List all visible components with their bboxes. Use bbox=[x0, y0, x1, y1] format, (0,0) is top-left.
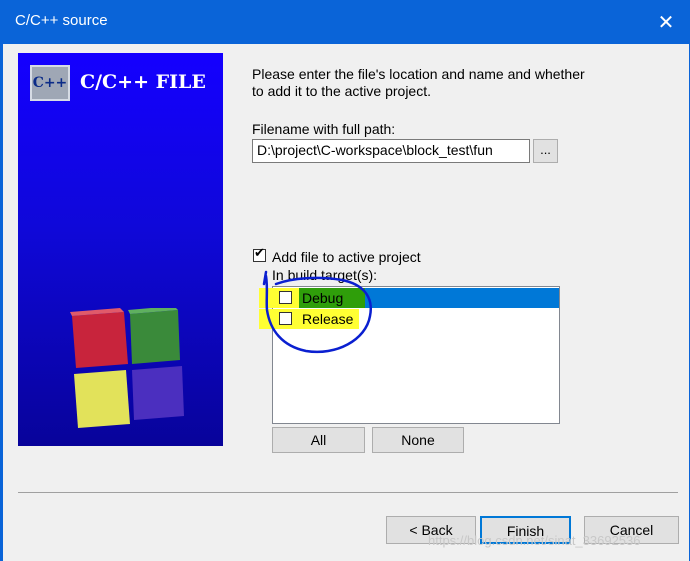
separator-line bbox=[18, 492, 678, 493]
window-title: C/C++ source bbox=[15, 12, 108, 29]
browse-button[interactable]: ... bbox=[533, 139, 558, 163]
filename-input[interactable]: D:\project\C-workspace\block_test\fun bbox=[252, 139, 530, 163]
select-all-button[interactable]: All bbox=[272, 427, 365, 453]
close-button[interactable]: ✕ bbox=[643, 0, 689, 44]
cube-icon bbox=[70, 308, 184, 428]
wizard-banner: C++ C/C++ FILE bbox=[18, 53, 223, 446]
title-bar[interactable]: C/C++ source ✕ bbox=[3, 0, 689, 44]
intro-text: Please enter the file's location and nam… bbox=[252, 66, 585, 99]
filename-label: Filename with full path: bbox=[252, 121, 396, 137]
cpp-logo-icon: C++ bbox=[30, 65, 70, 101]
watermark-text: https://blog.csdn.net/sinat_33692536 bbox=[428, 533, 641, 548]
add-file-checkbox[interactable]: ✔ bbox=[253, 246, 266, 262]
banner-title: C/C++ FILE bbox=[80, 71, 206, 93]
select-none-button[interactable]: None bbox=[372, 427, 464, 453]
dialog-window: C/C++ source ✕ C++ C/C++ FILE Please ent… bbox=[0, 0, 690, 561]
hand-drawn-circle-annotation bbox=[262, 270, 373, 354]
checkmark-icon: ✔ bbox=[254, 246, 265, 261]
add-file-label: Add file to active project bbox=[272, 249, 421, 265]
